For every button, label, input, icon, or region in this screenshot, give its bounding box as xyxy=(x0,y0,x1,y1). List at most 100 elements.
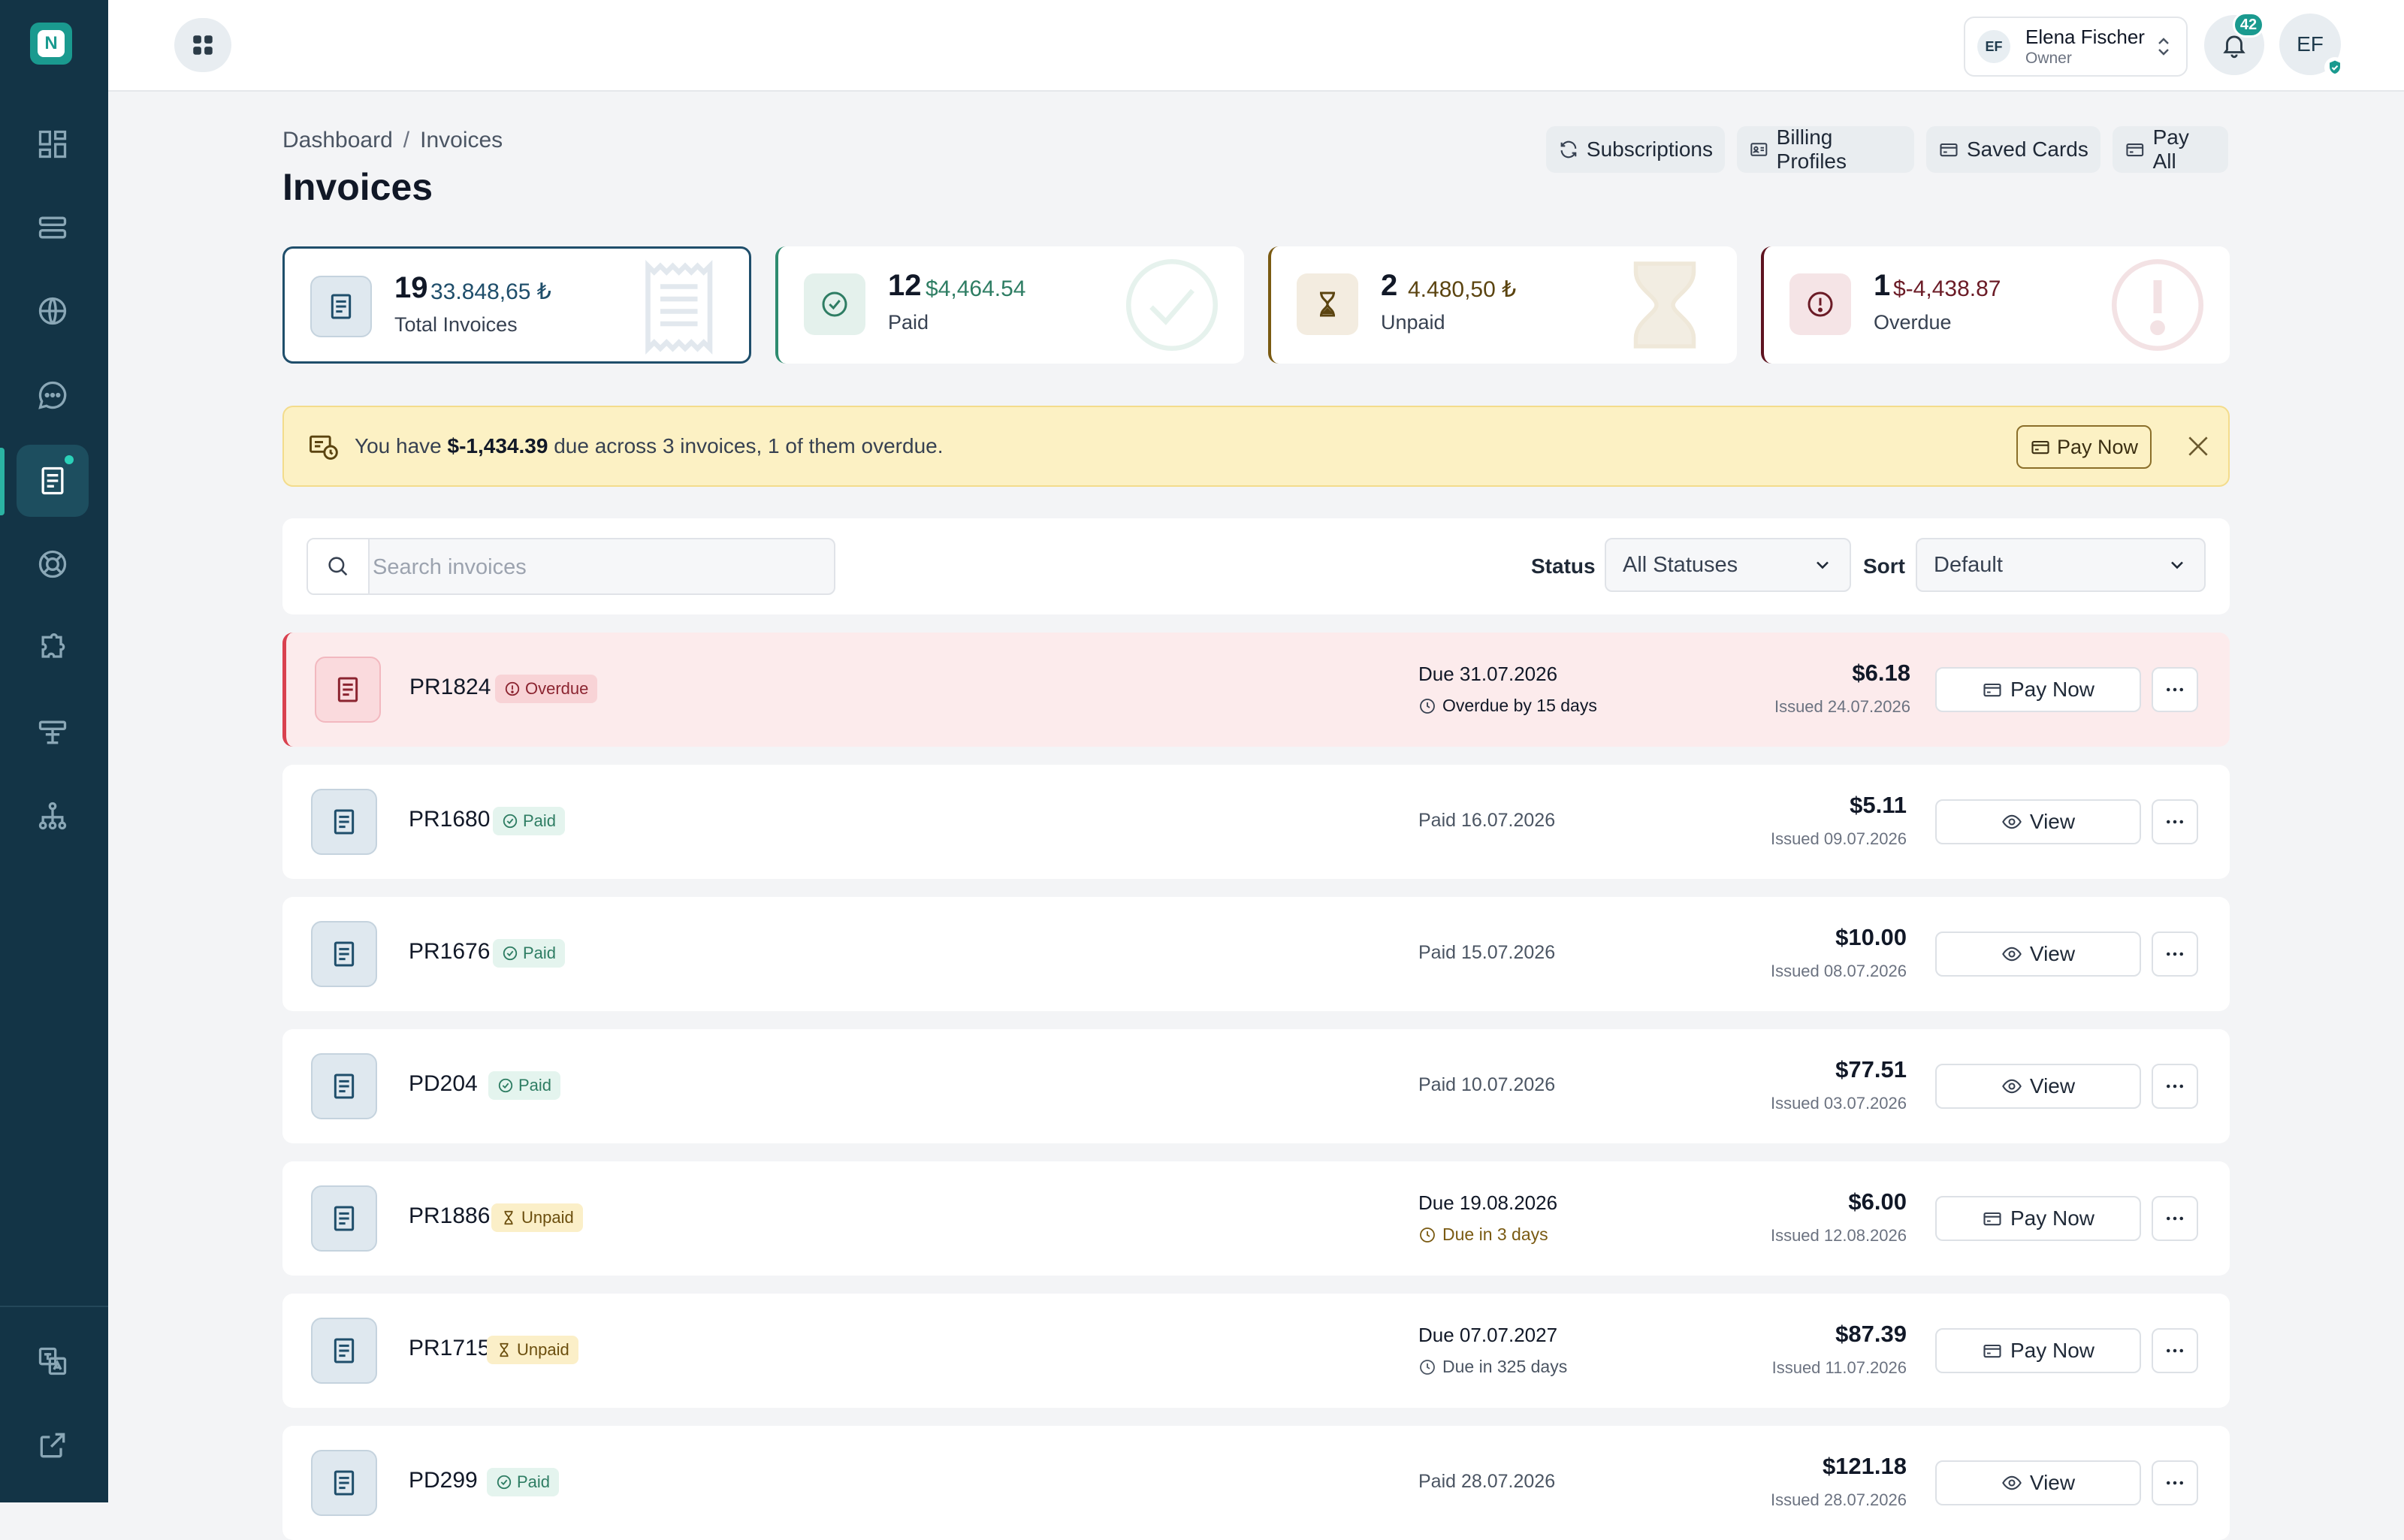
invoice-id[interactable]: PD204 xyxy=(409,1071,478,1097)
stat-overdue-amount: $-4,438.87 xyxy=(1893,276,2001,301)
view-button[interactable]: View xyxy=(1935,932,2141,977)
status-badge: Paid xyxy=(487,1468,560,1496)
invoice-due-note: Due in 3 days xyxy=(1418,1224,1548,1245)
stat-card-unpaid[interactable]: 2 4.480,50 ₺ Unpaid xyxy=(1268,246,1737,364)
invoice-row[interactable]: PD299 Paid Paid 28.07.2026 $121.18 Issue… xyxy=(282,1426,2230,1540)
billing-profiles-button[interactable]: Billing Profiles xyxy=(1737,125,1914,173)
stat-paid-count: 12 xyxy=(888,269,922,302)
sidebar-item-structure[interactable] xyxy=(17,780,89,852)
status-badge-label: Unpaid xyxy=(521,1208,574,1227)
hourglass-icon xyxy=(500,1342,509,1357)
search-input[interactable] xyxy=(371,539,825,595)
chevron-down-icon xyxy=(2171,561,2183,569)
more-options-button[interactable] xyxy=(2152,799,2198,844)
saved-cards-button[interactable]: Saved Cards xyxy=(1926,126,2100,173)
invoice-due-note-text: Due in 325 days xyxy=(1442,1357,1568,1376)
invoice-id[interactable]: PD299 xyxy=(409,1468,478,1493)
app-logo[interactable]: N xyxy=(30,23,72,65)
invoice-row[interactable]: PD204 Paid Paid 10.07.2026 $77.51 Issued… xyxy=(282,1029,2230,1143)
account-name: Elena Fischer xyxy=(2025,26,2145,48)
invoice-id[interactable]: PR1886 xyxy=(409,1203,490,1229)
more-options-button[interactable] xyxy=(2152,932,2198,977)
more-options-button[interactable] xyxy=(2152,1064,2198,1109)
stat-paid-amount: $4,464.54 xyxy=(926,276,1026,301)
stat-overdue-icon-box xyxy=(1789,273,1851,335)
invoice-row[interactable]: PR1824 Overdue Due 31.07.2026 Overdue by… xyxy=(282,633,2230,747)
saved-cards-label: Saved Cards xyxy=(1967,137,2088,161)
server-icon xyxy=(38,216,67,239)
invoice-row[interactable]: PR1886 Unpaid Due 19.08.2026 Due in 3 da… xyxy=(282,1161,2230,1276)
stat-unpaid-amount: 4.480,50 ₺ xyxy=(1408,277,1517,302)
pay-all-button[interactable]: Pay All xyxy=(2113,125,2228,173)
invoice-id[interactable]: PR1824 xyxy=(409,675,491,700)
sidebar-item-support[interactable] xyxy=(17,528,89,600)
view-button[interactable]: View xyxy=(1935,1064,2141,1109)
invoice-icon xyxy=(337,677,358,702)
alert-pay-now-button[interactable]: Pay Now xyxy=(2016,425,2152,469)
stat-card-paid[interactable]: 12 $4,464.54 Paid xyxy=(775,246,1244,364)
invoice-due-note: Due in 325 days xyxy=(1418,1357,1567,1377)
pay-now-button[interactable]: Pay Now xyxy=(1935,1196,2141,1241)
invoice-amount: $121.18 xyxy=(1822,1453,1907,1479)
alert-circle-icon xyxy=(505,681,520,696)
check-circle-icon xyxy=(822,291,847,317)
sitemap-icon xyxy=(38,802,67,830)
invoice-row[interactable]: PR1715 Unpaid Due 07.07.2027 Due in 325 … xyxy=(282,1294,2230,1408)
sidebar-item-dashboard[interactable] xyxy=(17,108,89,180)
sidebar-item-domains[interactable] xyxy=(17,275,89,347)
grid-icon xyxy=(193,35,213,55)
more-options-button[interactable] xyxy=(2152,1196,2198,1241)
sidebar-item-external[interactable] xyxy=(17,1409,89,1481)
clock-icon xyxy=(1420,698,1435,714)
invoice-due-date: Due 07.07.2027 xyxy=(1418,1324,1558,1346)
pay-now-button[interactable]: Pay Now xyxy=(1935,667,2141,712)
apps-menu-button[interactable] xyxy=(174,18,231,72)
chat-icon xyxy=(38,381,67,409)
sort-select[interactable]: Default xyxy=(1916,538,2206,592)
eye-icon xyxy=(2002,1079,2022,1094)
view-button[interactable]: View xyxy=(1935,799,2141,844)
ellipsis-icon xyxy=(2167,952,2183,956)
view-button[interactable]: View xyxy=(1935,1460,2141,1505)
close-icon[interactable] xyxy=(2183,431,2213,461)
check-circle-icon xyxy=(503,814,518,829)
invoice-id[interactable]: PR1676 xyxy=(409,939,490,965)
sidebar-item-invoices[interactable] xyxy=(17,445,89,517)
search-icon-box xyxy=(308,539,370,593)
pay-now-button[interactable]: Pay Now xyxy=(1935,1328,2141,1373)
alert-circle-watermark-icon xyxy=(2111,258,2204,352)
breadcrumb: Dashboard / Invoices xyxy=(282,128,503,153)
more-options-button[interactable] xyxy=(2152,1328,2198,1373)
globe-icon xyxy=(38,297,67,325)
sidebar-item-language[interactable] xyxy=(17,1325,89,1397)
view-label: View xyxy=(2029,810,2076,833)
notifications-count-badge: 42 xyxy=(2233,12,2264,38)
more-options-button[interactable] xyxy=(2152,667,2198,712)
chevron-up-down-icon xyxy=(2158,38,2169,56)
stat-card-overdue[interactable]: 1 $-4,438.87 Overdue xyxy=(1761,246,2230,364)
status-select[interactable]: All Statuses xyxy=(1605,538,1851,592)
search-box xyxy=(307,538,835,595)
status-badge-label: Paid xyxy=(523,944,557,962)
receipt-watermark-icon xyxy=(645,260,713,355)
invoice-row[interactable]: PR1680 Paid Paid 16.07.2026 $5.11 Issued… xyxy=(282,765,2230,879)
invoice-icon xyxy=(334,809,355,835)
more-options-button[interactable] xyxy=(2152,1460,2198,1505)
sidebar-item-addons[interactable] xyxy=(17,612,89,684)
breadcrumb-dashboard[interactable]: Dashboard xyxy=(282,128,393,152)
invoice-amount: $87.39 xyxy=(1835,1321,1907,1347)
invoice-issued-date: Issued 09.07.2026 xyxy=(1770,829,1907,848)
sidebar-item-network[interactable] xyxy=(17,696,89,768)
invoice-row[interactable]: PR1676 Paid Paid 15.07.2026 $10.00 Issue… xyxy=(282,897,2230,1011)
sidebar-item-messages[interactable] xyxy=(17,359,89,431)
invoice-icon-box xyxy=(315,657,381,723)
status-badge-label: Paid xyxy=(518,1076,552,1095)
account-switcher[interactable]: EF Elena Fischer Owner xyxy=(1964,17,2188,77)
invoice-id[interactable]: PR1680 xyxy=(409,807,490,832)
sidebar-item-servers[interactable] xyxy=(17,192,89,264)
subscriptions-button[interactable]: Subscriptions xyxy=(1546,126,1725,173)
stat-card-total[interactable]: 19 33.848,65 ₺ Total Invoices xyxy=(282,246,751,364)
signpost-icon xyxy=(38,720,67,744)
invoice-id[interactable]: PR1715 xyxy=(409,1336,490,1361)
invoice-due-note: Overdue by 15 days xyxy=(1418,696,1597,716)
